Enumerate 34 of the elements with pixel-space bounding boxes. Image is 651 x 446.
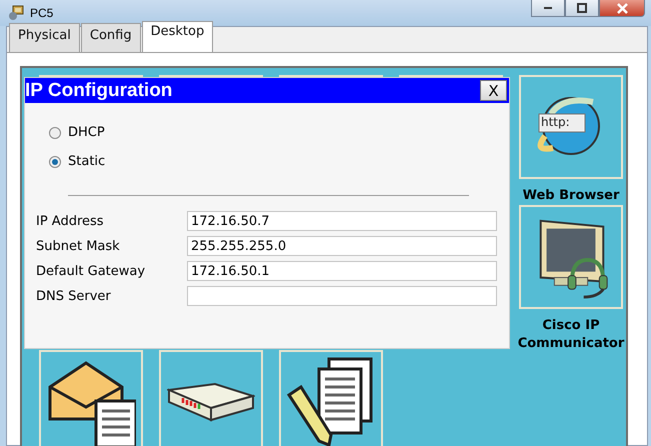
- app-tile[interactable]: [279, 350, 383, 446]
- radio-label: Static: [68, 154, 106, 169]
- minimize-button[interactable]: [531, 0, 565, 17]
- app-tile[interactable]: http:: [519, 75, 623, 179]
- minimize-icon: [544, 7, 552, 9]
- input-field[interactable]: 172.16.50.7: [187, 211, 497, 231]
- input-field[interactable]: 172.16.50.1: [187, 261, 497, 281]
- input-field[interactable]: [187, 286, 497, 306]
- app-tile[interactable]: [39, 350, 143, 446]
- app-label: Cisco IP Communicator: [516, 317, 626, 353]
- close-button[interactable]: [599, 0, 645, 17]
- icon-caption: http:: [541, 115, 570, 129]
- radio-button[interactable]: [49, 156, 61, 168]
- field-label: Default Gateway: [36, 264, 146, 278]
- app-tile[interactable]: [519, 205, 623, 309]
- tab[interactable]: Config: [80, 23, 141, 52]
- radio-button[interactable]: [49, 126, 61, 138]
- dialog-title: IP Configuration: [25, 80, 172, 102]
- network-device-icon: [167, 382, 255, 422]
- radio-label: DHCP: [68, 125, 105, 140]
- tab[interactable]: Desktop: [142, 21, 214, 52]
- maximize-icon: [577, 3, 587, 13]
- app-tile[interactable]: [159, 350, 263, 446]
- app-label: Web Browser: [522, 187, 620, 205]
- window-title: PC5: [30, 6, 54, 20]
- computer-icon: [8, 5, 24, 21]
- field-label: DNS Server: [36, 288, 112, 304]
- close-button[interactable]: X: [480, 80, 507, 101]
- field-label: Subnet Mask: [36, 238, 121, 254]
- tab[interactable]: Physical: [9, 23, 80, 52]
- close-icon: [616, 2, 628, 14]
- maximize-button[interactable]: [565, 0, 599, 17]
- input-field[interactable]: 255.255.255.0: [187, 236, 497, 256]
- field-label: IP Address: [36, 214, 105, 228]
